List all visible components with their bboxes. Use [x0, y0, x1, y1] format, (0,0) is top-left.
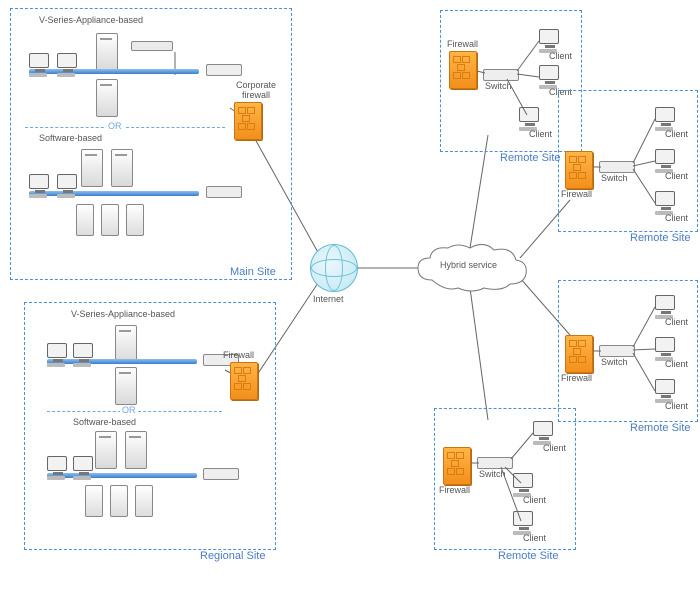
firewall-icon — [443, 447, 471, 485]
computer-icon — [47, 456, 69, 482]
hybrid-service-label: Hybrid service — [440, 260, 497, 270]
regional-bottom-group-label: Software-based — [73, 417, 136, 427]
network-bar-icon — [47, 359, 197, 364]
computer-icon — [57, 174, 79, 200]
remote2-title: Remote Site — [630, 232, 691, 244]
remote2-client1-label: Client — [665, 129, 688, 139]
remote3-switch-label: Switch — [601, 357, 628, 367]
server-icon — [125, 431, 147, 469]
main-top-group-label: V-Series-Appliance-based — [39, 15, 143, 25]
remote1-title: Remote Site — [500, 152, 561, 164]
remote-site-4-container: Firewall Switch Client Client Client — [434, 408, 576, 550]
internet-label: Internet — [313, 294, 344, 304]
remote4-client1-label: Client — [543, 443, 566, 453]
firewall-icon — [565, 151, 593, 189]
tower-icon — [76, 204, 94, 236]
or-label: OR — [120, 405, 138, 415]
router-icon — [131, 41, 173, 51]
remote1-client3-label: Client — [529, 129, 552, 139]
or-label: OR — [106, 121, 124, 131]
regional-site-title: Regional Site — [200, 550, 265, 562]
computer-icon — [47, 343, 69, 369]
remote4-title: Remote Site — [498, 550, 559, 562]
remote4-client3-label: Client — [523, 533, 546, 543]
network-bar-icon — [29, 69, 199, 74]
firewall-icon — [234, 102, 262, 140]
remote2-switch-label: Switch — [601, 173, 628, 183]
computer-icon — [29, 53, 51, 79]
remote4-switch-label: Switch — [479, 469, 506, 479]
remote3-firewall-label: Firewall — [561, 373, 592, 383]
remote2-client3-label: Client — [665, 213, 688, 223]
tower-icon — [126, 204, 144, 236]
remote-site-2-container: Firewall Switch Client Client Client — [558, 90, 698, 232]
regional-site-container: V-Series-Appliance-based OR Software-bas… — [24, 302, 276, 550]
server-icon — [95, 431, 117, 469]
tower-icon — [101, 204, 119, 236]
remote-site-3-container: Firewall Switch Client Client Client — [558, 280, 698, 422]
remote3-client1-label: Client — [665, 317, 688, 327]
firewall-icon — [449, 51, 477, 89]
switch-icon — [483, 69, 519, 81]
network-bar-icon — [47, 473, 197, 478]
tower-icon — [85, 485, 103, 517]
main-site-title: Main Site — [230, 266, 276, 278]
remote4-client2-label: Client — [523, 495, 546, 505]
computer-icon — [73, 343, 95, 369]
remote2-firewall-label: Firewall — [561, 189, 592, 199]
main-site-container: V-Series-Appliance-based OR Software-bas… — [10, 8, 292, 280]
or-separator — [25, 127, 225, 128]
remote1-switch-label: Switch — [485, 81, 512, 91]
remote1-firewall-label: Firewall — [447, 39, 478, 49]
switch-icon — [203, 468, 239, 480]
remote1-client1-label: Client — [549, 51, 572, 61]
server-icon — [81, 149, 103, 187]
firewall-icon — [230, 362, 258, 400]
switch-icon — [206, 186, 242, 198]
regional-firewall-label: Firewall — [223, 350, 254, 360]
computer-icon — [73, 456, 95, 482]
main-bottom-group-label: Software-based — [39, 133, 102, 143]
remote4-firewall-label: Firewall — [439, 485, 470, 495]
internet-globe-icon — [310, 244, 358, 292]
switch-icon — [599, 345, 635, 357]
tower-icon — [110, 485, 128, 517]
computer-icon — [57, 53, 79, 79]
tower-icon — [135, 485, 153, 517]
remote3-client2-label: Client — [665, 359, 688, 369]
server-icon — [96, 33, 118, 71]
diagram-canvas: V-Series-Appliance-based OR Software-bas… — [0, 0, 700, 589]
firewall-icon — [565, 335, 593, 373]
switch-icon — [206, 64, 242, 76]
network-bar-icon — [29, 191, 199, 196]
server-icon — [96, 79, 118, 117]
regional-top-group-label: V-Series-Appliance-based — [71, 309, 175, 319]
computer-icon — [29, 174, 51, 200]
switch-icon — [599, 161, 635, 173]
remote3-client3-label: Client — [665, 401, 688, 411]
corporate-firewall-label: Corporate firewall — [232, 80, 280, 100]
remote2-client2-label: Client — [665, 171, 688, 181]
remote3-title: Remote Site — [630, 422, 691, 434]
server-icon — [115, 367, 137, 405]
switch-icon — [477, 457, 513, 469]
server-icon — [115, 325, 137, 363]
server-icon — [111, 149, 133, 187]
